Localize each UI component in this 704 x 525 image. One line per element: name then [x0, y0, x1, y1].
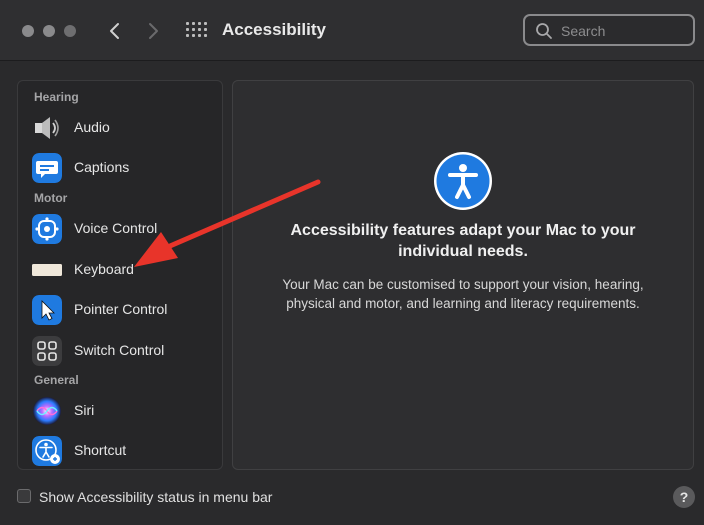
- show-status-checkbox[interactable]: [17, 489, 31, 503]
- section-header-general: General: [34, 373, 79, 387]
- sidebar-item-keyboard[interactable]: Keyboard: [32, 253, 218, 287]
- zoom-window-button[interactable]: [64, 25, 76, 37]
- pointer-icon: [32, 295, 62, 325]
- headline: Accessibility features adapt your Mac to…: [253, 220, 673, 262]
- description-line-2: physical and motor, and learning and lit…: [286, 296, 640, 311]
- chevron-left-icon: [110, 23, 119, 39]
- sidebar-item-pointer-control[interactable]: Pointer Control: [32, 293, 218, 327]
- sidebar-item-voice-control[interactable]: Voice Control: [32, 212, 218, 246]
- headline-line-2: individual needs.: [398, 243, 528, 260]
- keyboard-icon: [32, 264, 62, 276]
- sidebar-item-label: Switch Control: [74, 342, 165, 358]
- voice-control-icon: [32, 214, 62, 244]
- captions-icon: [32, 153, 62, 183]
- sidebar-item-label: Keyboard: [74, 261, 134, 277]
- title-bar: Accessibility: [0, 0, 704, 61]
- sidebar-item-label: Voice Control: [74, 220, 158, 236]
- sidebar-item-switch-control[interactable]: Switch Control: [32, 334, 218, 368]
- sidebar-item-audio[interactable]: Audio: [32, 111, 218, 145]
- sidebar-item-label: Pointer Control: [74, 301, 168, 317]
- window-title: Accessibility: [222, 20, 326, 39]
- search-field[interactable]: [523, 14, 695, 46]
- sidebar-item-label: Captions: [74, 159, 130, 175]
- chevron-right-icon: [149, 23, 158, 39]
- accessibility-shortcut-icon: [32, 436, 62, 466]
- accessibility-icon: [434, 152, 492, 210]
- help-button[interactable]: ?: [673, 486, 695, 508]
- content-pane: Accessibility features adapt your Mac to…: [232, 80, 694, 470]
- sidebar-item-captions[interactable]: Captions: [32, 151, 218, 185]
- sidebar-item-label: Audio: [74, 119, 110, 135]
- close-window-button[interactable]: [22, 25, 34, 37]
- minimize-window-button[interactable]: [43, 25, 55, 37]
- description: Your Mac can be customised to support yo…: [253, 275, 673, 313]
- search-icon: [536, 23, 552, 39]
- show-status-label[interactable]: Show Accessibility status in menu bar: [39, 489, 272, 505]
- sidebar-item-siri[interactable]: Siri: [32, 394, 218, 428]
- back-button[interactable]: [104, 19, 126, 43]
- switch-control-icon: [32, 336, 62, 366]
- search-input[interactable]: [559, 20, 691, 42]
- sidebar: Hearing Audio Captions Motor Voice Contr…: [17, 80, 223, 470]
- headline-line-1: Accessibility features adapt your Mac to…: [290, 222, 636, 239]
- sidebar-item-label: Siri: [74, 402, 95, 418]
- show-all-grid-icon[interactable]: [186, 22, 207, 40]
- system-preferences-window: Accessibility Hearing Audio: [0, 0, 704, 525]
- sidebar-item-label: Shortcut: [74, 442, 127, 458]
- speaker-icon: [35, 117, 59, 139]
- forward-button[interactable]: [142, 19, 164, 43]
- section-header-motor: Motor: [34, 191, 68, 205]
- siri-icon: [33, 397, 61, 425]
- description-line-1: Your Mac can be customised to support yo…: [282, 277, 644, 292]
- sidebar-item-shortcut[interactable]: Shortcut: [32, 434, 218, 468]
- section-header-hearing: Hearing: [34, 90, 79, 104]
